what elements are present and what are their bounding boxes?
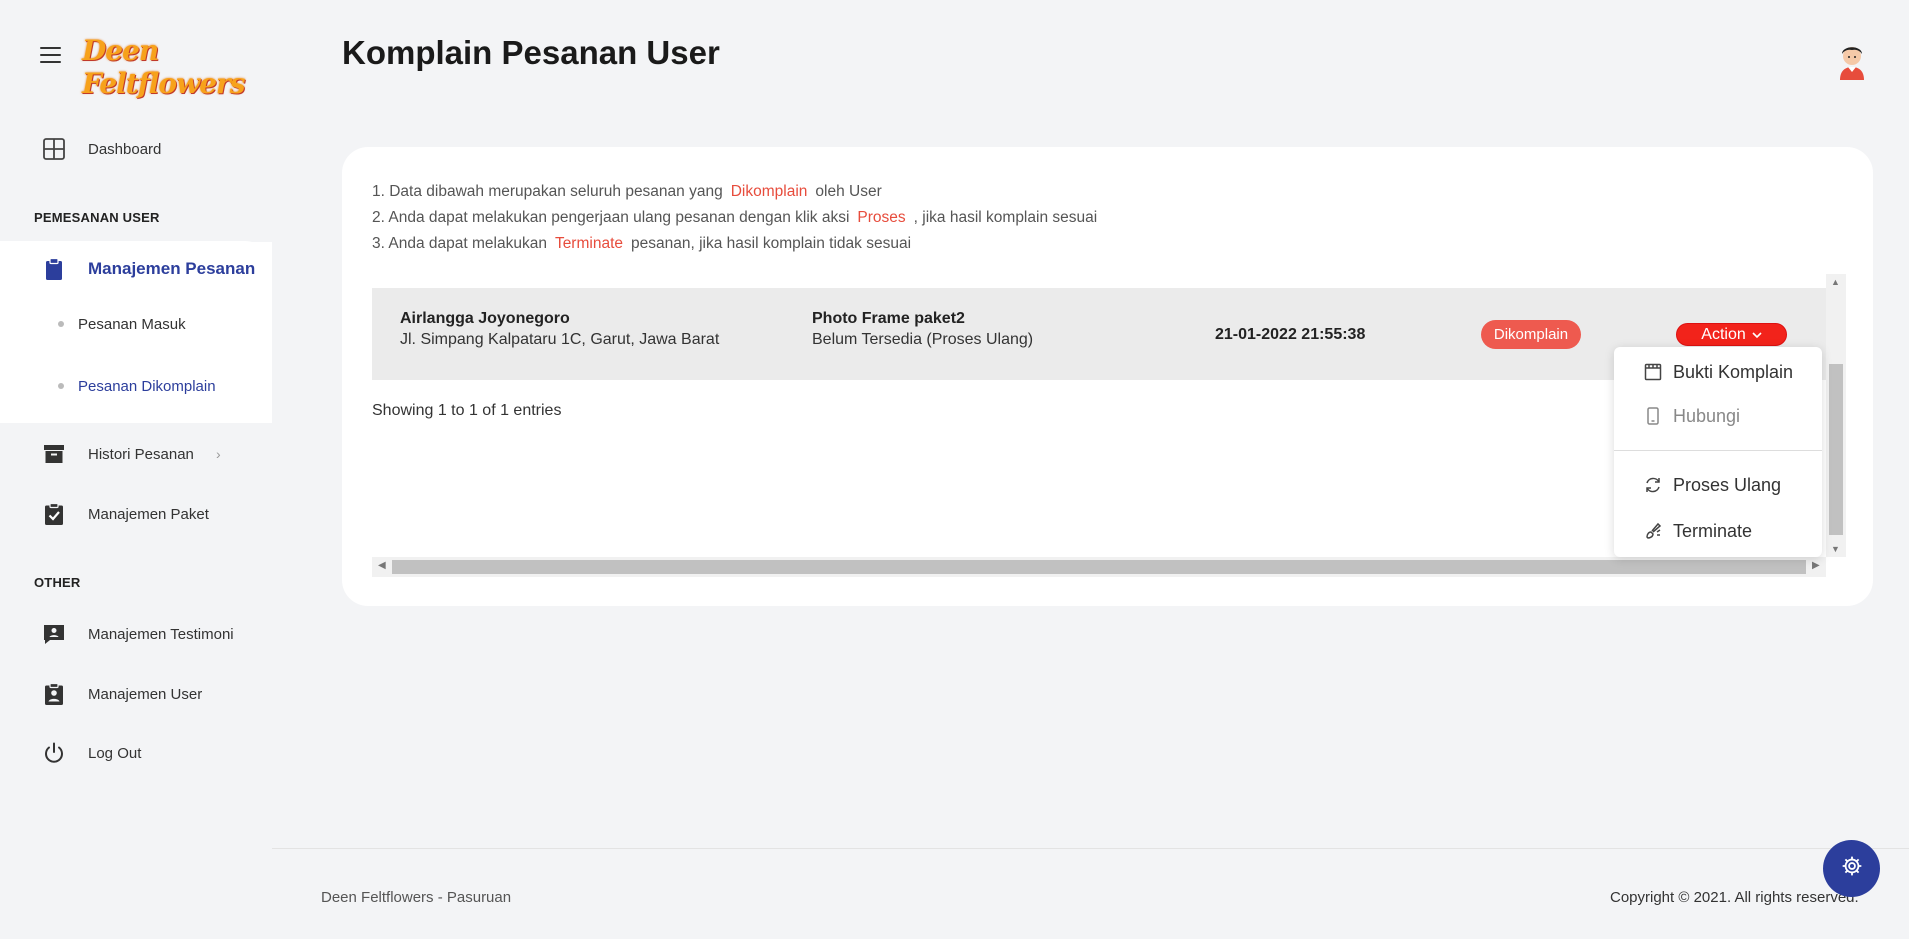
- menu-item-hubungi[interactable]: Hubungi: [1614, 396, 1822, 436]
- action-button[interactable]: Action: [1676, 323, 1787, 346]
- customer-name: Airlangga Joyonegoro: [400, 310, 570, 327]
- bullet-icon: [58, 321, 64, 327]
- menu-item-label: Hubungi: [1673, 405, 1741, 426]
- entries-info: Showing 1 to 1 of 1 entries: [372, 402, 562, 419]
- datetime-cell: 21-01-2022 21:55:38: [1215, 324, 1365, 345]
- section-title-pemesanan-user: PEMESANAN USER: [34, 210, 160, 225]
- customer-cell: Airlangga Joyonegoro Jl. Simpang Kalpata…: [400, 308, 719, 350]
- sidebar-item-label: Manajemen User: [88, 685, 203, 703]
- settings-button[interactable]: [1823, 840, 1880, 897]
- archive-icon: [42, 442, 66, 466]
- product-cell: Photo Frame paket2 Belum Tersedia (Prose…: [812, 308, 1033, 350]
- scroll-up-icon[interactable]: ▲: [1831, 277, 1840, 287]
- user-badge-icon: [42, 682, 66, 706]
- action-button-label: Action: [1701, 325, 1746, 343]
- customer-address: Jl. Simpang Kalpataru 1C, Garut, Jawa Ba…: [400, 331, 720, 348]
- sidebar-item-manajemen-testimoni[interactable]: Manajemen Testimoni: [0, 612, 272, 656]
- phone-icon: [1644, 407, 1662, 425]
- scrollbar-thumb[interactable]: [392, 560, 1806, 574]
- product-name: Photo Frame paket2: [812, 310, 965, 327]
- highlight-proses: Proses: [857, 209, 906, 226]
- scroll-down-icon[interactable]: ▼: [1831, 544, 1840, 554]
- highlight-terminate: Terminate: [554, 235, 623, 252]
- product-status: Belum Tersedia (Proses Ulang): [812, 331, 1034, 348]
- power-icon: [42, 741, 66, 765]
- sidebar-subitem-label: Pesanan Masuk: [78, 315, 186, 333]
- instruction-text: oleh User: [815, 183, 882, 200]
- sidebar-item-label: Manajemen Testimoni: [88, 625, 234, 643]
- clipboard-check-icon: [42, 502, 66, 526]
- chevron-down-icon: [1752, 326, 1762, 344]
- instructions: 1. Data dibawah merupakan seluruh pesana…: [372, 179, 1097, 257]
- horizontal-scrollbar[interactable]: ◀ ▶: [372, 557, 1826, 577]
- sidebar-item-logout[interactable]: Log Out: [0, 731, 272, 775]
- sidebar-subitem-label: Pesanan Dikomplain: [78, 377, 216, 395]
- action-dropdown-menu: Bukti Komplain Hubungi Proses Ulang Term…: [1614, 347, 1822, 557]
- instruction-text: pesanan, jika hasil komplain tidak sesua…: [631, 235, 912, 252]
- menu-item-label: Proses Ulang: [1673, 474, 1782, 495]
- menu-toggle-icon[interactable]: [40, 47, 61, 63]
- instruction-3: 3. Anda dapat melakukan Terminate pesanan,…: [372, 231, 1097, 257]
- instruction-text: 2. Anda dapat melakukan pengerjaan ulang…: [372, 209, 850, 226]
- section-title-other: OTHER: [34, 575, 81, 590]
- grid-icon: [42, 137, 66, 161]
- table-row: Airlangga Joyonegoro Jl. Simpang Kalpata…: [372, 288, 1828, 380]
- instruction-2: 2. Anda dapat melakukan pengerjaan ulang…: [372, 205, 1097, 231]
- sidebar: Deen Feltflowers Dashboard PEMESANAN USE…: [0, 0, 272, 939]
- page-title: Komplain Pesanan User: [342, 34, 720, 71]
- sidebar-subitem-pesanan-dikomplain[interactable]: Pesanan Dikomplain: [0, 368, 272, 404]
- refresh-icon: [1644, 476, 1662, 494]
- bullet-icon: [58, 383, 64, 389]
- sidebar-item-dashboard[interactable]: Dashboard: [0, 127, 272, 171]
- vertical-scrollbar[interactable]: ▲ ▼: [1826, 274, 1846, 557]
- frame-icon: [1644, 363, 1662, 381]
- chat-user-icon: [42, 622, 66, 646]
- footer-copyright: Copyright © 2021. All rights reserved.: [1610, 889, 1859, 906]
- scroll-left-icon[interactable]: ◀: [378, 560, 386, 571]
- sidebar-item-label: Manajemen Pesanan: [88, 259, 256, 278]
- gear-icon: [1841, 855, 1863, 882]
- menu-divider: [1614, 450, 1822, 451]
- instruction-text: , jika hasil komplain sesuai: [913, 209, 1098, 226]
- sidebar-item-manajemen-paket[interactable]: Manajemen Paket: [0, 492, 272, 536]
- sidebar-item-label: Manajemen Paket: [88, 505, 209, 523]
- menu-item-label: Terminate: [1673, 520, 1753, 541]
- menu-item-terminate[interactable]: Terminate: [1614, 511, 1822, 551]
- status-badge: Dikomplain: [1481, 320, 1581, 349]
- instruction-text: 3. Anda dapat melakukan: [372, 235, 547, 252]
- highlight-dikomplain: Dikomplain: [730, 183, 808, 200]
- scrollbar-thumb[interactable]: [1829, 364, 1843, 535]
- logo[interactable]: Deen Feltflowers: [82, 34, 272, 100]
- sidebar-item-manajemen-pesanan[interactable]: Manajemen Pesanan: [0, 247, 272, 291]
- brush-icon: [1644, 522, 1662, 540]
- instruction-text: 1. Data dibawah merupakan seluruh pesana…: [372, 183, 723, 200]
- sidebar-item-label: Dashboard: [88, 140, 162, 158]
- sidebar-item-label: Histori Pesanan: [88, 445, 194, 463]
- clipboard-icon: [42, 257, 66, 281]
- menu-item-label: Bukti Komplain: [1673, 361, 1794, 382]
- scroll-right-icon[interactable]: ▶: [1812, 560, 1820, 571]
- footer-divider: [272, 848, 1909, 849]
- order-datetime: 21-01-2022 21:55:38: [1215, 326, 1366, 343]
- sidebar-subitem-pesanan-masuk[interactable]: Pesanan Masuk: [0, 306, 272, 342]
- instruction-1: 1. Data dibawah merupakan seluruh pesana…: [372, 179, 1097, 205]
- menu-item-bukti-komplain[interactable]: Bukti Komplain: [1614, 352, 1822, 392]
- sidebar-item-histori-pesanan[interactable]: Histori Pesanan ›: [0, 432, 272, 476]
- avatar[interactable]: [1836, 38, 1868, 80]
- footer-brand: Deen Feltflowers - Pasuruan: [321, 889, 512, 906]
- sidebar-item-label: Log Out: [88, 744, 142, 762]
- menu-item-proses-ulang[interactable]: Proses Ulang: [1614, 465, 1822, 505]
- chevron-right-icon: ›: [216, 446, 221, 462]
- sidebar-item-manajemen-user[interactable]: Manajemen User: [0, 672, 272, 716]
